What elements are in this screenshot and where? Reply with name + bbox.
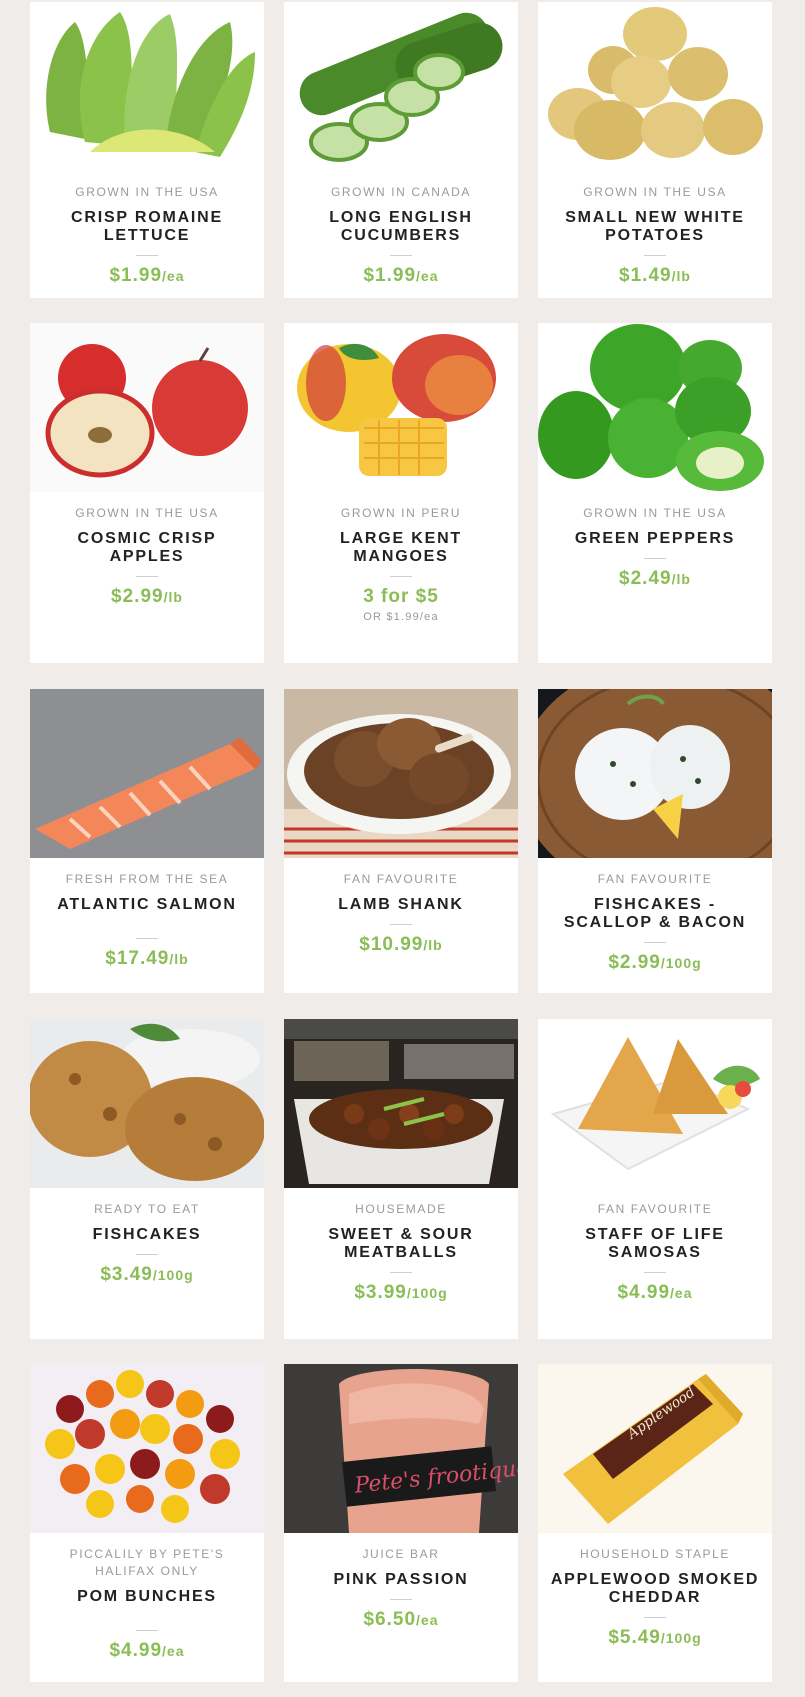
product-card[interactable]: HOUSEMADE SWEET & SOUR MEATBALLS $3.99/1… <box>284 1019 518 1339</box>
divider <box>390 924 412 925</box>
product-card[interactable]: FRESH FROM THE SEA ATLANTIC SALMON $17.4… <box>30 689 264 993</box>
product-name[interactable]: POM BUNCHES <box>30 1588 264 1606</box>
product-origin: GROWN IN THE USA <box>583 185 727 199</box>
product-name[interactable]: STAFF OF LIFE SAMOSAS <box>538 1226 772 1262</box>
product-origin: HOUSEMADE <box>355 1202 447 1216</box>
product-price: $2.99/lb <box>111 586 183 607</box>
divider <box>136 255 158 256</box>
product-image[interactable] <box>284 689 518 858</box>
product-card[interactable]: Applewood HOUSEHOLD STAPLE APPLEWOOD SMO… <box>538 1364 772 1682</box>
product-origin: FRESH FROM THE SEA <box>65 872 229 886</box>
product-image[interactable] <box>284 2 518 171</box>
product-origin: FAN FAVOURITE <box>343 872 459 886</box>
product-card[interactable]: GROWN IN THE USA GREEN PEPPERS $2.49/lb <box>538 323 772 663</box>
divider <box>136 1254 158 1255</box>
product-image[interactable] <box>538 2 772 171</box>
product-name[interactable]: FISHCAKES <box>30 1226 264 1244</box>
product-image[interactable]: Pete's frootique <box>284 1364 518 1533</box>
product-price: $4.99/ea <box>109 1640 185 1661</box>
divider <box>390 1272 412 1273</box>
product-origin: GROWN IN PERU <box>340 506 462 520</box>
product-price: $6.50/ea <box>363 1609 439 1630</box>
divider <box>390 1599 412 1600</box>
divider <box>136 1630 158 1631</box>
product-card[interactable]: FAN FAVOURITE STAFF OF LIFE SAMOSAS $4.9… <box>538 1019 772 1339</box>
product-name[interactable]: LARGE KENT MANGOES <box>284 530 518 566</box>
product-price: $1.49/lb <box>619 265 691 286</box>
product-card[interactable]: GROWN IN THE USA SMALL NEW WHITE POTATOE… <box>538 2 772 298</box>
product-origin: FAN FAVOURITE <box>597 872 713 886</box>
product-card[interactable]: FAN FAVOURITE FISHCAKES - SCALLOP & BACO… <box>538 689 772 993</box>
product-card[interactable]: PICCALILY BY PETE'S HALIFAX ONLY POM BUN… <box>30 1364 264 1682</box>
product-price: $2.49/lb <box>619 568 691 589</box>
product-name[interactable]: LAMB SHANK <box>284 896 518 914</box>
product-price: $1.99/ea <box>363 265 439 286</box>
product-origin: JUICE BAR <box>362 1547 440 1561</box>
divider <box>390 576 412 577</box>
product-name[interactable]: APPLEWOOD SMOKED CHEDDAR <box>538 1571 772 1607</box>
product-image[interactable]: Applewood <box>538 1364 772 1533</box>
product-card[interactable]: FAN FAVOURITE LAMB SHANK $10.99/lb <box>284 689 518 993</box>
product-image[interactable] <box>30 1364 264 1533</box>
product-image[interactable] <box>30 689 264 858</box>
product-price: $3.49/100g <box>100 1264 194 1285</box>
product-image[interactable] <box>30 1019 264 1188</box>
product-card[interactable]: Pete's frootique JUICE BAR PINK PASSION … <box>284 1364 518 1682</box>
product-image[interactable] <box>284 1019 518 1188</box>
product-origin: GROWN IN THE USA <box>75 185 219 199</box>
product-origin: GROWN IN THE USA <box>583 506 727 520</box>
product-origin: GROWN IN THE USA <box>75 506 219 520</box>
divider <box>136 576 158 577</box>
product-price: $3.99/100g <box>354 1282 448 1303</box>
product-price: 3 for $5 <box>363 586 439 607</box>
divider <box>136 938 158 939</box>
product-name[interactable]: CRISP ROMAINE LETTUCE <box>30 209 264 245</box>
product-card[interactable]: GROWN IN PERU LARGE KENT MANGOES 3 for $… <box>284 323 518 663</box>
product-origin: HOUSEHOLD STAPLE <box>579 1547 731 1561</box>
product-name[interactable]: FISHCAKES - SCALLOP & BACON <box>538 896 772 932</box>
product-card[interactable]: GROWN IN CANADA LONG ENGLISH CUCUMBERS $… <box>284 2 518 298</box>
divider <box>644 942 666 943</box>
divider <box>390 255 412 256</box>
product-name[interactable]: GREEN PEPPERS <box>538 530 772 548</box>
product-image[interactable] <box>538 323 772 492</box>
product-card[interactable]: GROWN IN THE USA CRISP ROMAINE LETTUCE $… <box>30 2 264 298</box>
product-price: $10.99/lb <box>359 934 443 955</box>
product-card[interactable]: GROWN IN THE USA COSMIC CRISP APPLES $2.… <box>30 323 264 663</box>
product-name[interactable]: ATLANTIC SALMON <box>30 896 264 914</box>
product-name[interactable]: LONG ENGLISH CUCUMBERS <box>284 209 518 245</box>
product-name[interactable]: COSMIC CRISP APPLES <box>30 530 264 566</box>
divider <box>644 1272 666 1273</box>
product-grid: GROWN IN THE USA CRISP ROMAINE LETTUCE $… <box>0 0 805 1697</box>
divider <box>644 1617 666 1618</box>
product-card[interactable]: READY TO EAT FISHCAKES $3.49/100g <box>30 1019 264 1339</box>
product-origin: PICCALILY BY PETE'S HALIFAX ONLY <box>69 1547 225 1578</box>
product-name[interactable]: SWEET & SOUR MEATBALLS <box>284 1226 518 1262</box>
product-price: $4.99/ea <box>617 1282 693 1303</box>
alt-price: OR $1.99/ea <box>363 611 439 623</box>
product-image[interactable] <box>538 1019 772 1188</box>
product-name[interactable]: PINK PASSION <box>284 1571 518 1589</box>
product-price: $5.49/100g <box>608 1627 702 1648</box>
product-price: $17.49/lb <box>105 948 189 969</box>
product-origin: GROWN IN CANADA <box>330 185 471 199</box>
product-image[interactable] <box>538 689 772 858</box>
product-price: $2.99/100g <box>608 952 702 973</box>
product-image[interactable] <box>30 2 264 171</box>
product-image[interactable] <box>284 323 518 492</box>
divider <box>644 558 666 559</box>
divider <box>644 255 666 256</box>
product-origin: READY TO EAT <box>94 1202 200 1216</box>
product-name[interactable]: SMALL NEW WHITE POTATOES <box>538 209 772 245</box>
product-image[interactable] <box>30 323 264 492</box>
product-origin: FAN FAVOURITE <box>597 1202 713 1216</box>
product-price: $1.99/ea <box>109 265 185 286</box>
